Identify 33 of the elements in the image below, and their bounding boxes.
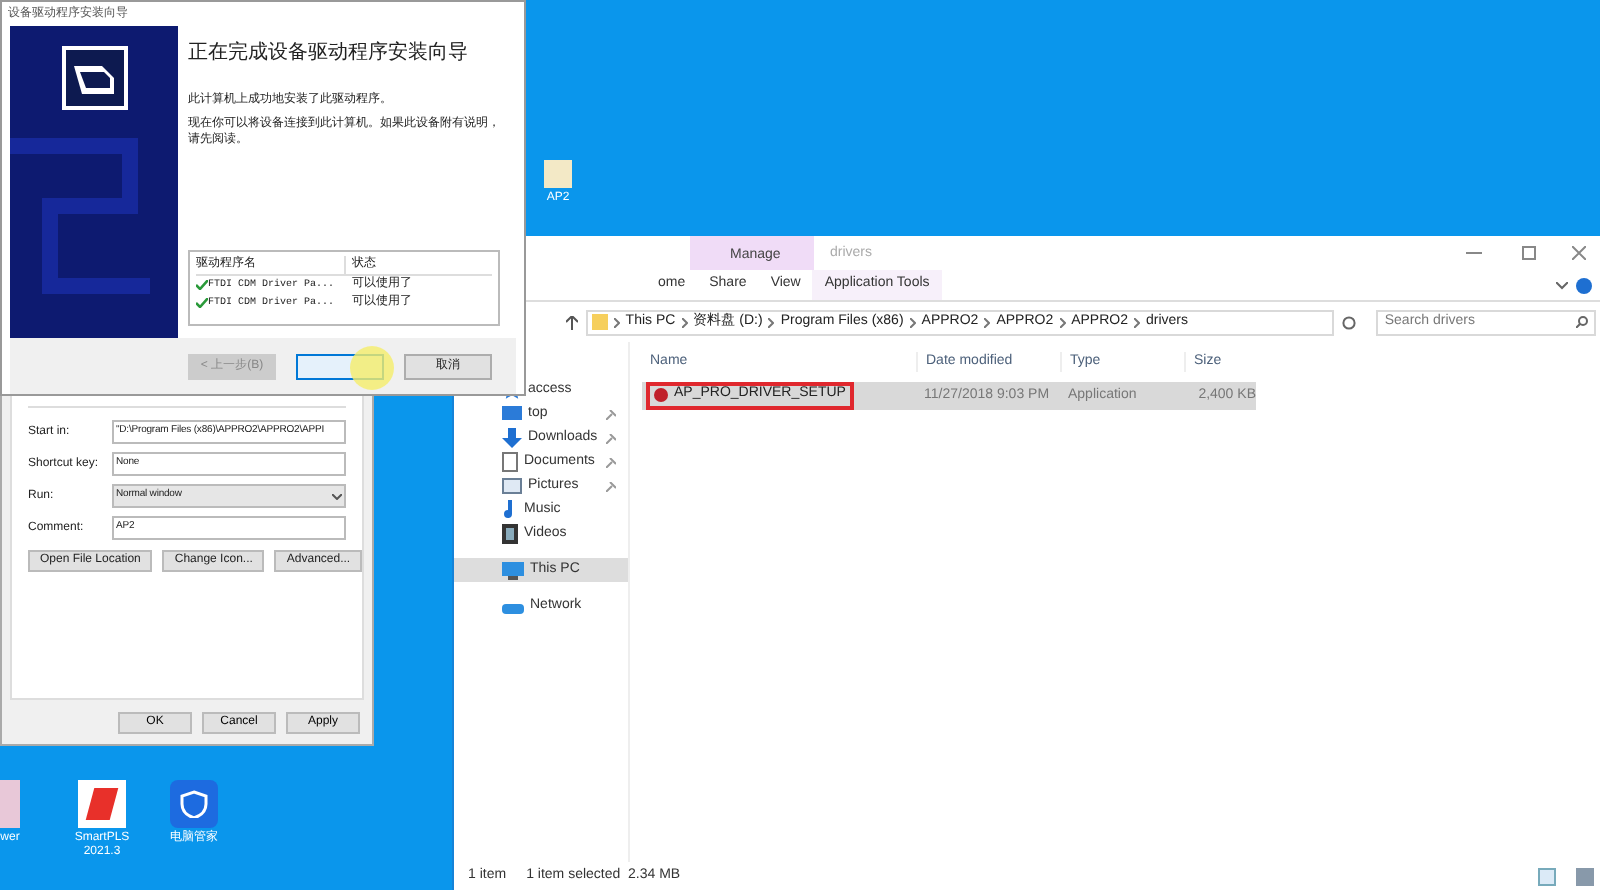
chevron-down-icon [332,493,342,499]
shield-icon [180,790,208,818]
hardware-icon [61,46,127,110]
desktop-icon [502,405,522,423]
chevron-right-icon [681,317,688,327]
maximize-icon[interactable] [1522,246,1536,260]
up-arrow-icon[interactable] [565,315,578,329]
application-icon [654,388,668,402]
details-view-icon[interactable] [1538,867,1556,885]
folder-icon [544,160,572,188]
picture-icon [502,478,522,494]
chevron-right-icon [984,317,991,327]
chevron-right-icon [909,317,916,327]
search-icon [1576,316,1588,328]
help-icon[interactable] [1576,277,1592,293]
refresh-icon[interactable] [1342,315,1357,329]
chevron-right-icon [768,317,775,327]
chevron-right-icon [1059,317,1066,327]
close-icon[interactable] [1572,246,1586,260]
app-icon [0,780,20,828]
music-note-icon [502,500,518,520]
wizard-heading: 正在完成设备驱动程序安装向导 [188,39,470,68]
chevron-right-icon [1134,317,1140,327]
app-icon [78,780,126,828]
download-icon [502,428,522,448]
chevron-right-icon [613,317,620,327]
chevron-down-icon[interactable] [1556,281,1568,289]
cursor-highlight [350,346,394,390]
document-icon [502,452,518,472]
monitor-icon [502,561,524,579]
thumbnail-view-icon[interactable] [1576,867,1594,885]
film-icon [502,524,518,544]
folder-icon [591,314,608,330]
